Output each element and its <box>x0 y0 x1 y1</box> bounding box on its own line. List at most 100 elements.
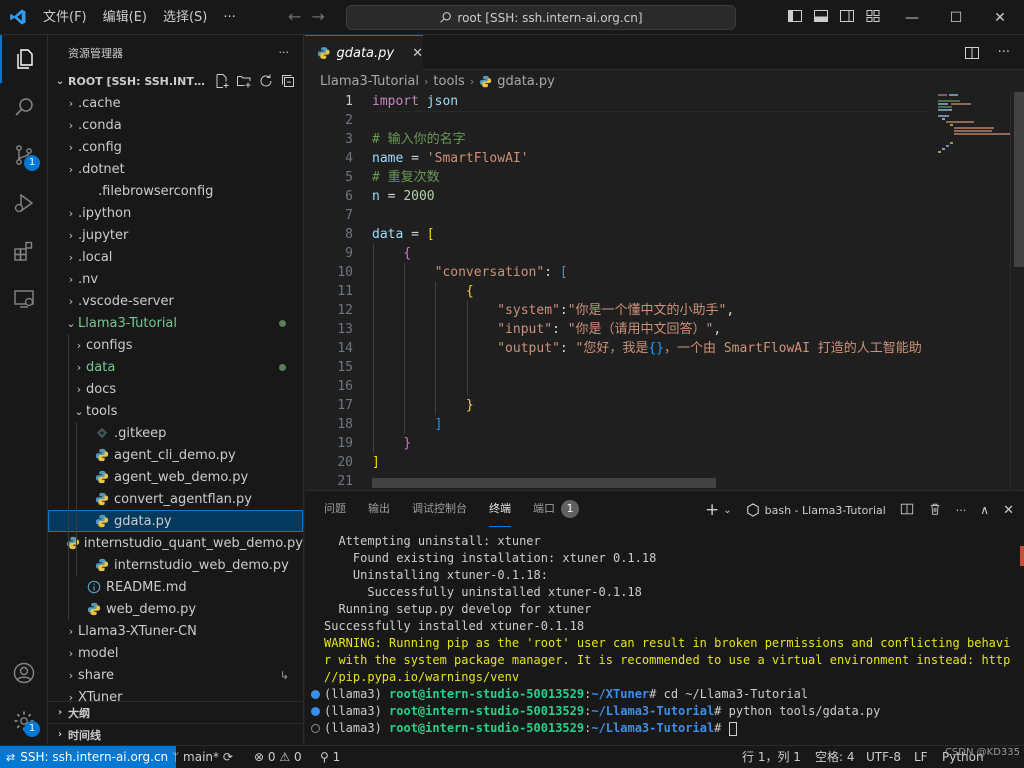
remote-indicator[interactable]: ⇄ SSH: ssh.intern-ai.org.cn <box>0 746 177 768</box>
minimize-icon[interactable]: — <box>890 0 934 35</box>
encoding[interactable]: UTF-8 <box>866 746 901 768</box>
tree-folder[interactable]: › configs <box>48 334 303 356</box>
explorer-activity[interactable] <box>0 35 48 83</box>
tab-ports[interactable]: 端口 1 <box>533 491 579 527</box>
toggle-primary-sidebar-icon[interactable] <box>787 8 803 24</box>
source-control-activity[interactable]: 1 <box>0 131 48 179</box>
toggle-panel-icon[interactable] <box>813 8 829 24</box>
new-terminal-icon[interactable]: + <box>705 500 719 520</box>
refresh-icon[interactable] <box>258 73 274 89</box>
panel-more-icon[interactable]: ··· <box>956 504 967 517</box>
end-of-line[interactable]: LF <box>914 746 928 768</box>
tab-output[interactable]: 输出 <box>368 491 390 527</box>
ports-indicator[interactable]: ⚲ 1 <box>320 746 340 768</box>
tree-folder[interactable]: › model <box>48 642 303 664</box>
tree-folder[interactable]: › .dotnet <box>48 158 303 180</box>
code-line[interactable]: # 输入你的名字 <box>372 130 928 149</box>
editor-more-icon[interactable]: ··· <box>998 45 1010 65</box>
tree-folder[interactable]: › Llama3-XTuner-CN <box>48 620 303 642</box>
tree-file[interactable]: gdata.py <box>48 510 303 532</box>
tab-problems[interactable]: 问题 <box>324 491 346 527</box>
editor-vertical-scrollbar[interactable] <box>1010 92 1024 490</box>
tree-folder[interactable]: › .config <box>48 136 303 158</box>
tree-folder[interactable]: › .ipython <box>48 202 303 224</box>
code-line[interactable] <box>372 358 928 377</box>
tree-file[interactable]: web_demo.py <box>48 598 303 620</box>
menu-more[interactable]: ··· <box>215 6 243 30</box>
tree-folder[interactable]: › .jupyter <box>48 224 303 246</box>
tab-terminal[interactable]: 终端 <box>489 491 511 527</box>
tab-gdata-py[interactable]: gdata.py ✕ <box>305 35 423 70</box>
problems-indicator[interactable]: ⊗ 0 ⚠ 0 <box>254 746 302 768</box>
tree-file[interactable]: convert_agentflan.py <box>48 488 303 510</box>
git-branch[interactable]: ᛘ main* ⟳ <box>172 746 233 768</box>
outline-section[interactable]: › 大纲 <box>48 701 303 723</box>
code-line[interactable]: n = 2000 <box>372 187 928 206</box>
tree-folder[interactable]: › .nv <box>48 268 303 290</box>
code-line[interactable]: "output": "您好，我是{}，一个由 SmartFlowAI 打造的人工… <box>372 339 928 358</box>
tree-file[interactable]: agent_web_demo.py <box>48 466 303 488</box>
menu-selection[interactable]: 选择(S) <box>155 6 215 30</box>
indentation[interactable]: 空格: 4 <box>815 746 855 768</box>
tab-debug-console[interactable]: 调试控制台 <box>412 491 467 527</box>
tree-folder[interactable]: › .conda <box>48 114 303 136</box>
tree-folder[interactable]: › .cache <box>48 92 303 114</box>
maximize-icon[interactable]: ☐ <box>934 0 978 35</box>
customize-layout-icon[interactable] <box>865 8 881 24</box>
terminal-selector[interactable]: bash - Llama3-Tutorial <box>746 503 886 517</box>
tree-folder[interactable]: › share ↳ <box>48 664 303 686</box>
remote-explorer-activity[interactable] <box>0 275 48 323</box>
code-line[interactable]: data = [ <box>372 225 928 244</box>
code-line[interactable]: ] <box>372 453 928 472</box>
explorer-more-icon[interactable]: ··· <box>279 46 290 59</box>
scrollbar-thumb[interactable] <box>1014 92 1024 267</box>
command-idle-icon[interactable] <box>311 724 320 733</box>
menu-edit[interactable]: 编辑(E) <box>95 6 155 30</box>
close-panel-icon[interactable]: ✕ <box>1003 503 1014 518</box>
chevron-down-icon[interactable]: ⌄ <box>723 505 731 516</box>
tree-folder[interactable]: ⌄ tools <box>48 400 303 422</box>
code-editor[interactable]: 1 2 3 4 5 6 7 8 9 10 11 12 13 14 15 16 17 18 19 20 21 import… <box>305 92 1024 490</box>
toggle-secondary-sidebar-icon[interactable] <box>839 8 855 24</box>
command-success-icon[interactable] <box>311 707 320 716</box>
close-window-icon[interactable]: ✕ <box>978 0 1022 35</box>
sync-icon[interactable]: ⟳ <box>223 750 233 764</box>
editor-horizontal-scrollbar[interactable] <box>372 478 716 488</box>
close-icon[interactable]: ✕ <box>412 46 423 61</box>
tree-folder[interactable]: › data <box>48 356 303 378</box>
breadcrumb-file[interactable]: gdata.py <box>497 74 555 89</box>
tree-file[interactable]: internstudio_quant_web_demo.py <box>48 532 303 554</box>
code-line[interactable]: } <box>372 396 928 415</box>
new-folder-icon[interactable] <box>236 73 252 89</box>
search-activity[interactable] <box>0 83 48 131</box>
terminal-output[interactable]: Attempting uninstall: xtuner Found exist… <box>305 533 1010 743</box>
collapse-all-icon[interactable] <box>280 73 296 89</box>
tree-file[interactable]: agent_cli_demo.py <box>48 444 303 466</box>
extensions-activity[interactable] <box>0 227 48 275</box>
code-line[interactable]: "input": "你是（请用中文回答）", <box>372 320 928 339</box>
code-lines[interactable]: import json # 输入你的名字 name = 'SmartFlowAI' #… <box>372 92 928 490</box>
command-success-icon[interactable] <box>311 690 320 699</box>
code-line[interactable]: } <box>372 434 928 453</box>
trash-icon[interactable] <box>928 502 942 519</box>
tree-file[interactable]: .filebrowserconfig <box>48 180 303 202</box>
code-line[interactable] <box>372 206 928 225</box>
tree-file[interactable]: .gitkeep <box>48 422 303 444</box>
code-line[interactable]: # 重复次数 <box>372 168 928 187</box>
tree-folder[interactable]: › .local <box>48 246 303 268</box>
code-line[interactable]: "system":"你是一个懂中文的小助手", <box>372 301 928 320</box>
menu-file[interactable]: 文件(F) <box>35 6 95 30</box>
minimap[interactable] <box>928 92 1010 490</box>
code-line[interactable]: ] <box>372 415 928 434</box>
tree-folder[interactable]: ⌄ Llama3-Tutorial <box>48 312 303 334</box>
tree-folder[interactable]: › .vscode-server <box>48 290 303 312</box>
code-line[interactable]: { <box>372 244 928 263</box>
tree-file[interactable]: internstudio_web_demo.py <box>48 554 303 576</box>
tree-file[interactable]: README.md <box>48 576 303 598</box>
command-center[interactable]: root [SSH: ssh.intern-ai.org.cn] <box>346 5 736 30</box>
split-editor-icon[interactable] <box>964 45 980 65</box>
breadcrumb-folder-tools[interactable]: tools <box>433 74 464 89</box>
code-line[interactable]: import json <box>372 92 928 112</box>
code-line[interactable] <box>372 111 928 130</box>
cursor-position[interactable]: 行 1，列 1 <box>742 746 801 768</box>
